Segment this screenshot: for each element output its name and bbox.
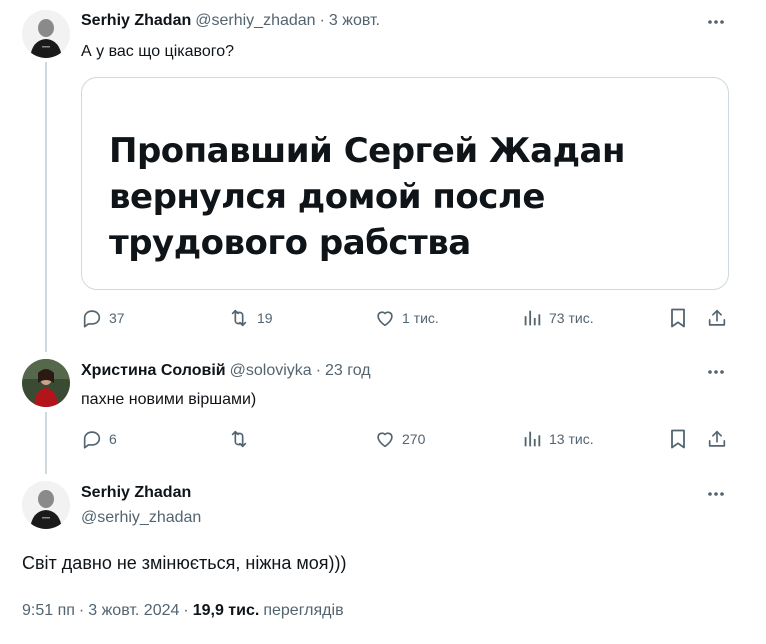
share-button[interactable] [706,307,728,329]
reply-button[interactable]: 6 [81,428,117,450]
avatar[interactable] [22,10,70,58]
more-button[interactable] [704,360,728,384]
repost-icon [227,428,251,450]
avatar[interactable] [22,359,70,407]
reply-text: пахне новими віршами) [81,391,257,408]
reply-handle[interactable]: @soloviyka [230,362,312,380]
card-line: вернулся домой после [109,177,545,217]
post-text: А у вас що цікавого? [81,43,235,60]
share-icon [706,307,728,329]
like-button[interactable]: 1 тис. [374,307,439,329]
repost-button[interactable] [227,428,257,450]
reply-icon [81,307,103,329]
like-count: 270 [402,431,426,447]
card-title: Пропавший Сергей Жадан вернулся домой по… [109,128,709,266]
link-card[interactable]: Пропавший Сергей Жадан вернулся домой по… [81,77,729,290]
share-icon [706,428,728,450]
bookmark-icon [668,428,688,450]
more-icon [706,362,726,382]
main-views-label: переглядів [263,602,344,619]
share-button[interactable] [706,428,728,450]
reply-button[interactable]: 37 [81,307,125,329]
main-meta: 9:51 пп · 3 жовт. 2024 · 19,9 тис. перег… [22,602,344,620]
post-date[interactable]: 3 жовт. [329,12,380,30]
main-time[interactable]: 9:51 пп [22,602,75,620]
more-icon [706,12,726,32]
main-separator: · [183,602,189,619]
like-button[interactable]: 270 [374,428,425,450]
reply-count: 6 [109,431,117,447]
reply-author[interactable]: Христина Соловій [81,362,226,380]
card-line: трудового рабства [109,223,471,263]
post-handle[interactable]: @serhiy_zhadan [195,12,315,30]
post-author[interactable]: Serhiy Zhadan [81,12,191,30]
main-separator: · [78,602,85,619]
reply-separator: · [315,362,322,379]
avatar[interactable] [22,481,70,529]
reply-count: 37 [109,310,125,326]
more-button[interactable] [704,482,728,506]
main-date[interactable]: 3 жовт. 2024 [88,602,179,620]
views-icon [521,307,543,329]
views-button[interactable]: 13 тис. [521,428,594,450]
card-line: Пропавший Сергей Жадан [109,131,625,171]
views-count: 73 тис. [549,310,594,326]
bookmark-button[interactable] [668,428,688,450]
repost-button[interactable]: 19 [227,307,273,329]
main-handle[interactable]: @serhiy_zhadan [81,509,201,527]
repost-icon [227,307,251,329]
main-text: Світ давно не змінюється, ніжна моя))) [22,553,347,573]
main-author[interactable]: Serhiy Zhadan [81,484,191,502]
reply-header: Христина Соловій @soloviyka · 23 год [81,362,371,380]
repost-count: 19 [257,310,273,326]
reply-date[interactable]: 23 год [325,362,371,380]
bookmark-button[interactable] [668,307,688,329]
more-icon [706,484,726,504]
post-separator: · [319,12,325,29]
like-icon [374,428,396,450]
reply-icon [81,428,103,450]
more-button[interactable] [704,10,728,34]
like-icon [374,307,396,329]
post-header: Serhiy Zhadan @serhiy_zhadan · 3 жовт. [81,12,380,30]
views-icon [521,428,543,450]
like-count: 1 тис. [402,310,439,326]
views-count: 13 тис. [549,431,594,447]
thread-line [45,412,47,474]
thread-line [45,62,47,352]
bookmark-icon [668,307,688,329]
views-button[interactable]: 73 тис. [521,307,594,329]
main-views-count: 19,9 тис. [192,602,260,619]
